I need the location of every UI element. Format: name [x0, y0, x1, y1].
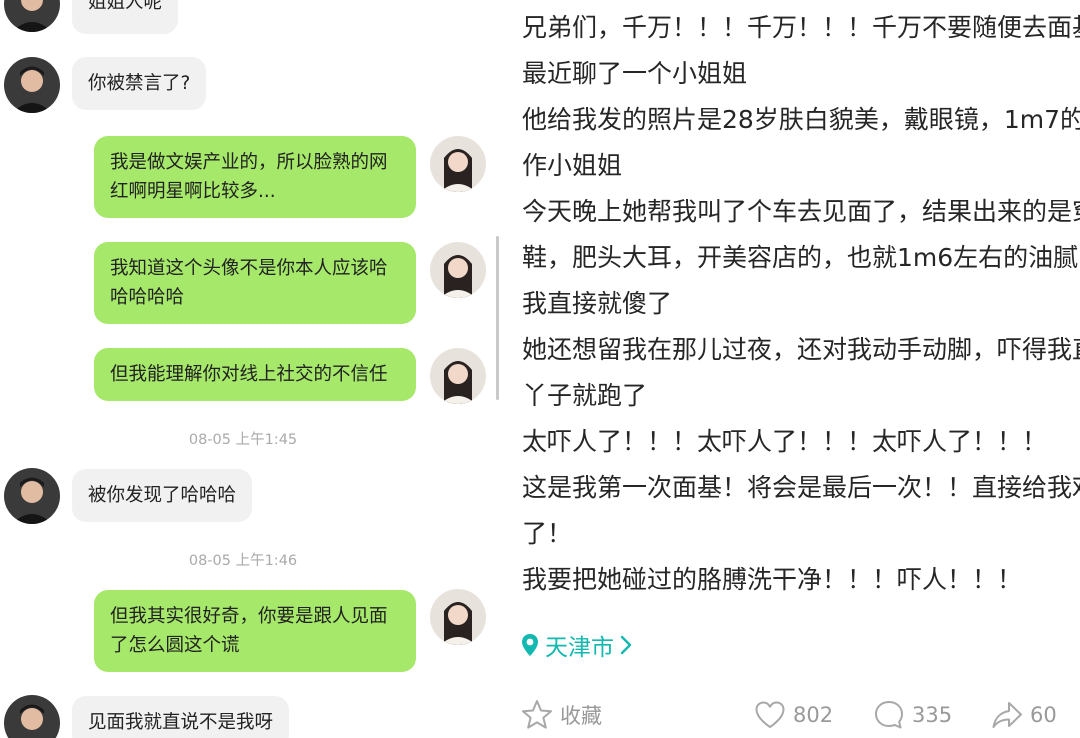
avatar-female[interactable] [430, 242, 486, 298]
comment-bubble-icon [872, 698, 906, 732]
comment-count: 335 [912, 703, 953, 727]
message-bubble-received[interactable]: 姐姐人呢 [72, 0, 179, 34]
message-text: 我知道这个头像不是你本人应该哈 [110, 258, 388, 279]
like-button[interactable]: 802 [753, 692, 833, 738]
post-text-line: 作小姐姐 [522, 151, 623, 180]
avatar-female[interactable] [430, 589, 486, 645]
share-arrow-icon [990, 698, 1024, 732]
post-text-line: 我要把她碰过的胳膊洗干净！！！吓人！！！ [522, 565, 1023, 594]
location-label: 天津市 [545, 635, 614, 661]
post-text-line: 太吓人了！！！太吓人了！！！太吓人了！！！ [522, 427, 1048, 456]
post-text-line: 最近聊了一个小姐姐 [522, 59, 748, 88]
post-text-line: 了！ [522, 519, 573, 548]
collect-label: 收藏 [560, 704, 602, 728]
message-bubble-received[interactable]: 被你发现了哈哈哈 [72, 469, 253, 522]
message-bubble-received[interactable]: 你被禁言了? [72, 57, 207, 110]
heart-icon [753, 698, 787, 732]
action-bar: 收藏 802 335 60 [505, 692, 1080, 738]
message-text: 见面我就直说不是我呀 [88, 712, 274, 733]
message-text: 哈哈哈哈 [110, 287, 185, 308]
location-pin-icon [521, 633, 539, 657]
post-text-line: 丫子就跑了 [522, 381, 648, 410]
avatar-female[interactable] [430, 348, 486, 404]
post-panel: 兄弟们，千万！！！千万！！！千万不要随便去面基 最近聊了一个小姐姐 他给我发的照… [505, 0, 1080, 738]
message-text: 红啊明星啊比较多... [110, 181, 276, 202]
message-bubble-sent[interactable]: 但我其实很好奇，你要是跟人见面 了怎么圆这个谎 [94, 590, 416, 672]
message-text: 但我其实很好奇，你要是跟人见面 [110, 606, 388, 627]
post-text-line: 兄弟们，千万！！！千万！！！千万不要随便去面基 [522, 13, 1080, 42]
avatar-male[interactable] [4, 57, 60, 113]
message-bubble-sent[interactable]: 但我能理解你对线上社交的不信任 [94, 348, 416, 401]
post-text-line: 他给我发的照片是28岁肤白貌美，戴眼镜，1m7的硕士工 [522, 105, 1080, 134]
star-icon [520, 698, 554, 732]
chevron-right-icon [620, 635, 632, 655]
message-text: 我是做文娱产业的，所以脸熟的网 [110, 152, 388, 173]
comment-button[interactable]: 335 [872, 692, 952, 738]
post-text-line: 鞋，肥头大耳，开美容店的，也就1m6左右的油腻阿姨 [522, 243, 1080, 272]
collect-button[interactable]: 收藏 [520, 692, 602, 738]
message-text: 姐姐人呢 [88, 0, 163, 13]
avatar-male[interactable] [4, 0, 60, 32]
message-text: 了怎么圆这个谎 [110, 635, 240, 656]
message-text: 被你发现了哈哈哈 [88, 485, 237, 506]
chat-scrollbar[interactable] [496, 236, 499, 400]
location-tag[interactable]: 天津市 [521, 628, 632, 662]
post-text-line: 今天晚上她帮我叫了个车去见面了，结果出来的是穿着拖 [522, 197, 1080, 226]
share-count: 60 [1030, 703, 1057, 727]
share-button[interactable]: 60 [990, 692, 1057, 738]
message-bubble-sent[interactable]: 我是做文娱产业的，所以脸熟的网 红啊明星啊比较多... [94, 136, 416, 218]
message-timestamp: 08-05 上午1:45 [188, 432, 298, 448]
avatar-male[interactable] [4, 695, 60, 738]
avatar-male[interactable] [4, 468, 60, 524]
message-bubble-sent[interactable]: 我知道这个头像不是你本人应该哈 哈哈哈哈 [94, 242, 416, 324]
post-text-line: 这是我第一次面基！将会是最后一次！！直接给我劝退 [522, 473, 1080, 502]
message-text: 你被禁言了? [88, 73, 191, 94]
like-count: 802 [793, 703, 834, 727]
message-timestamp: 08-05 上午1:46 [188, 553, 298, 569]
avatar-female[interactable] [430, 136, 486, 192]
message-text: 但我能理解你对线上社交的不信任 [110, 364, 388, 385]
message-bubble-received[interactable]: 见面我就直说不是我呀 [72, 696, 290, 738]
post-text-line: 她还想留我在那儿过夜，还对我动手动脚，吓得我直接撒 [522, 335, 1080, 364]
chat-panel: 姐姐人呢 你被禁言了? 我是做文娱产业的，所以脸熟的网 红啊明星啊比较多... … [0, 0, 505, 738]
post-text-line: 我直接就傻了 [522, 289, 673, 318]
